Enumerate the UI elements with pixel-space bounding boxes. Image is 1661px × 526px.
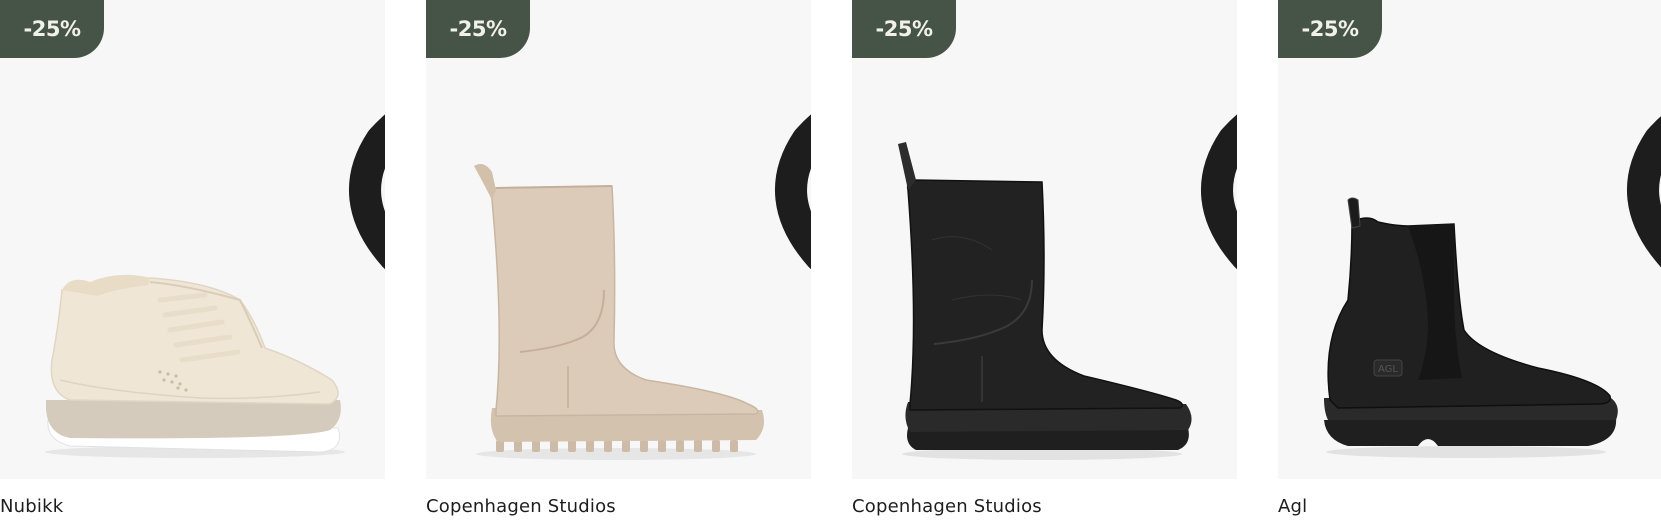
svg-text:AGL: AGL (1378, 364, 1398, 375)
product-card[interactable]: -25% Nubikk (0, 0, 385, 526)
heart-icon (774, 114, 811, 270)
wishlist-button[interactable] (343, 10, 385, 270)
product-brand[interactable]: Copenhagen Studios (426, 496, 616, 517)
sneaker-image (45, 274, 345, 458)
discount-badge: -25% (852, 0, 956, 58)
product-image[interactable]: -25% (852, 0, 1237, 479)
heart-icon (1200, 114, 1237, 270)
product-brand[interactable]: Nubikk (0, 496, 63, 517)
product-grid: -25% Nubikk -25% Copenhagen Studios -25%… (0, 0, 1661, 526)
boot-image (474, 164, 764, 460)
product-brand[interactable]: Copenhagen Studios (852, 496, 1042, 517)
product-card[interactable]: -25% Copenhagen Studios (426, 0, 811, 526)
wishlist-button[interactable] (1621, 10, 1661, 268)
heart-icon (348, 114, 385, 270)
product-image[interactable]: AGL -25% (1278, 0, 1661, 479)
product-card[interactable]: -25% Copenhagen Studios (852, 0, 1237, 526)
wishlist-button[interactable] (769, 10, 811, 270)
product-card[interactable]: AGL -25% Agl (1278, 0, 1661, 526)
discount-badge: -25% (1278, 0, 1382, 58)
product-image[interactable]: -25% (426, 0, 811, 479)
discount-badge: -25% (0, 0, 104, 58)
product-image[interactable]: -25% (0, 0, 385, 479)
wishlist-button[interactable] (1195, 10, 1237, 270)
product-brand[interactable]: Agl (1278, 496, 1307, 517)
discount-badge: -25% (426, 0, 530, 58)
boot-image: AGL (1324, 197, 1618, 458)
boot-image (898, 142, 1192, 460)
heart-icon (1626, 116, 1661, 268)
